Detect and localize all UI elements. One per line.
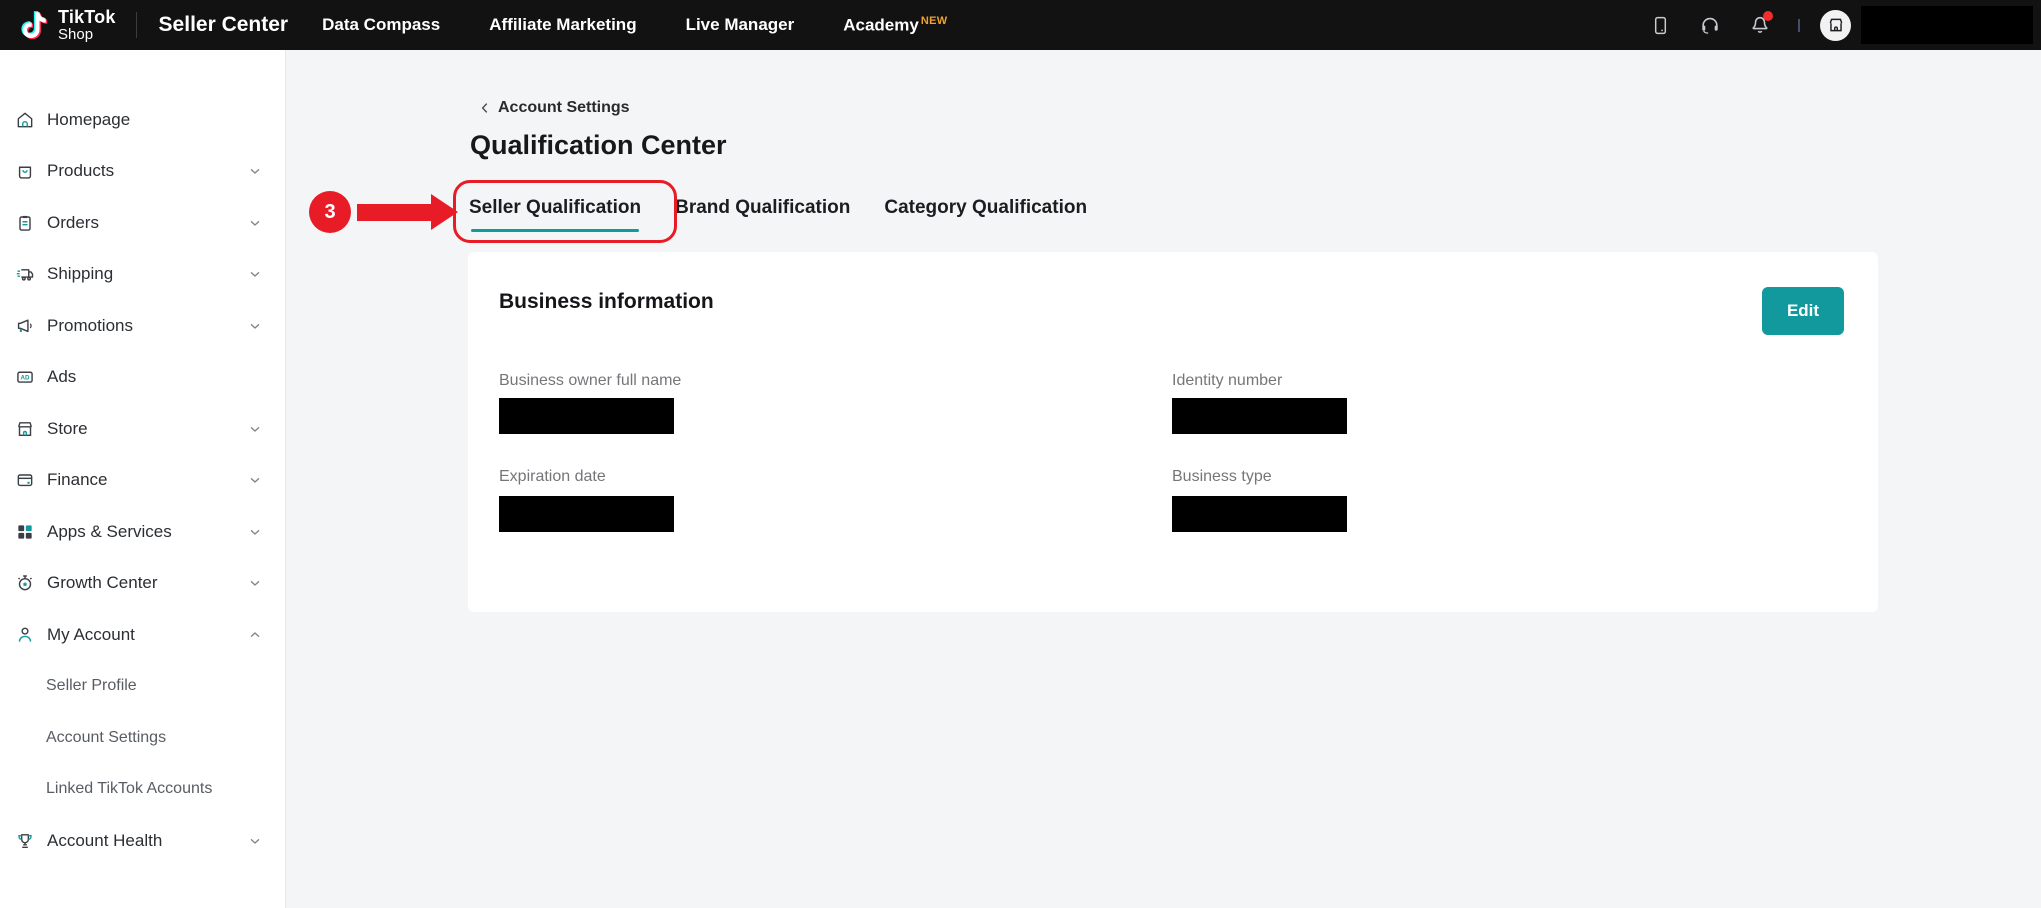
- nav-seller-center[interactable]: Seller Center: [159, 13, 289, 37]
- trophy-icon: [15, 831, 35, 851]
- storefront-icon: [15, 419, 35, 439]
- finance-card-icon: [15, 470, 35, 490]
- headset-support-icon[interactable]: [1698, 13, 1722, 37]
- new-badge: NEW: [921, 15, 948, 27]
- sidebar: Homepage Products Orders: [0, 50, 286, 908]
- chevron-down-icon: [247, 575, 263, 591]
- tiktok-shop-logo[interactable]: TikTok Shop: [16, 7, 116, 43]
- growth-stopwatch-icon: [15, 573, 35, 593]
- field-label-business-type: Business type: [1172, 468, 1272, 486]
- chevron-down-icon: [247, 163, 263, 179]
- sidebar-item-account-health[interactable]: Account Health: [0, 815, 285, 867]
- sidebar-item-growth-center[interactable]: Growth Center: [0, 558, 285, 610]
- sidebar-item-promotions[interactable]: Promotions: [0, 300, 285, 352]
- sidebar-item-linked-tiktok-accounts[interactable]: Linked TikTok Accounts: [0, 764, 285, 816]
- sidebar-item-store[interactable]: Store: [0, 403, 285, 455]
- chevron-down-icon: [247, 266, 263, 282]
- ads-icon: AD: [15, 367, 35, 387]
- nav-divider: [136, 12, 137, 38]
- annotation-highlight-box: [453, 180, 677, 243]
- redacted-value-identity-number: [1172, 398, 1347, 434]
- redacted-account-name: [1861, 6, 2033, 44]
- sidebar-item-products[interactable]: Products: [0, 146, 285, 198]
- logo-text-shop: Shop: [58, 27, 116, 43]
- field-label-business-owner: Business owner full name: [499, 372, 681, 390]
- sidebar-item-shipping[interactable]: Shipping: [0, 249, 285, 301]
- topbar-divider: [1798, 19, 1800, 32]
- redacted-value-expiration-date: [499, 496, 674, 532]
- chevron-down-icon: [247, 215, 263, 231]
- shipping-truck-icon: [15, 264, 35, 284]
- sidebar-item-seller-profile[interactable]: Seller Profile: [0, 661, 285, 713]
- sidebar-item-apps-services[interactable]: Apps & Services: [0, 506, 285, 558]
- orders-clipboard-icon: [15, 213, 35, 233]
- chevron-down-icon: [247, 524, 263, 540]
- sidebar-item-my-account[interactable]: My Account: [0, 609, 285, 661]
- apps-grid-icon: [15, 522, 35, 542]
- field-label-expiration-date: Expiration date: [499, 468, 606, 486]
- chevron-up-icon: [247, 627, 263, 643]
- chevron-left-icon: [478, 101, 492, 115]
- sidebar-item-ads[interactable]: AD Ads: [0, 352, 285, 404]
- edit-button[interactable]: Edit: [1762, 287, 1844, 335]
- sidebar-item-account-settings[interactable]: Account Settings: [0, 712, 285, 764]
- nav-affiliate-marketing[interactable]: Affiliate Marketing: [489, 15, 636, 35]
- mobile-icon[interactable]: [1648, 13, 1672, 37]
- annotation-arrow: [357, 204, 431, 221]
- card-title: Business information: [499, 290, 714, 314]
- field-label-identity-number: Identity number: [1172, 372, 1282, 390]
- chevron-down-icon: [247, 421, 263, 437]
- business-information-card: Business information Edit Business owner…: [468, 252, 1878, 612]
- chevron-down-icon: [247, 318, 263, 334]
- tab-category-qualification[interactable]: Category Qualification: [884, 197, 1087, 232]
- chevron-down-icon: [247, 833, 263, 849]
- notification-bell-icon[interactable]: [1748, 13, 1772, 37]
- products-bag-icon: [15, 161, 35, 181]
- nav-live-manager[interactable]: Live Manager: [686, 15, 795, 35]
- tab-brand-qualification[interactable]: Brand Qualification: [675, 197, 850, 232]
- nav-data-compass[interactable]: Data Compass: [322, 15, 440, 35]
- svg-text:AD: AD: [20, 375, 30, 382]
- breadcrumb[interactable]: Account Settings: [478, 99, 630, 117]
- notification-dot: [1763, 11, 1773, 21]
- person-icon: [15, 625, 35, 645]
- sidebar-item-homepage[interactable]: Homepage: [0, 94, 285, 146]
- nav-academy[interactable]: AcademyNEW: [843, 15, 947, 36]
- home-icon: [15, 110, 35, 130]
- redacted-value-business-type: [1172, 496, 1347, 532]
- annotation-step-badge: 3: [309, 191, 351, 233]
- sidebar-item-finance[interactable]: Finance: [0, 455, 285, 507]
- page-title: Qualification Center: [470, 130, 727, 161]
- tiktok-note-icon: [16, 7, 50, 43]
- redacted-value-business-owner: [499, 398, 674, 434]
- top-navigation-bar: TikTok Shop Seller Center Data Compass A…: [0, 0, 2041, 50]
- chevron-down-icon: [247, 472, 263, 488]
- logo-text-tiktok: TikTok: [58, 8, 116, 27]
- sidebar-item-orders[interactable]: Orders: [0, 197, 285, 249]
- store-avatar-icon[interactable]: [1820, 10, 1851, 41]
- promotions-megaphone-icon: [15, 316, 35, 336]
